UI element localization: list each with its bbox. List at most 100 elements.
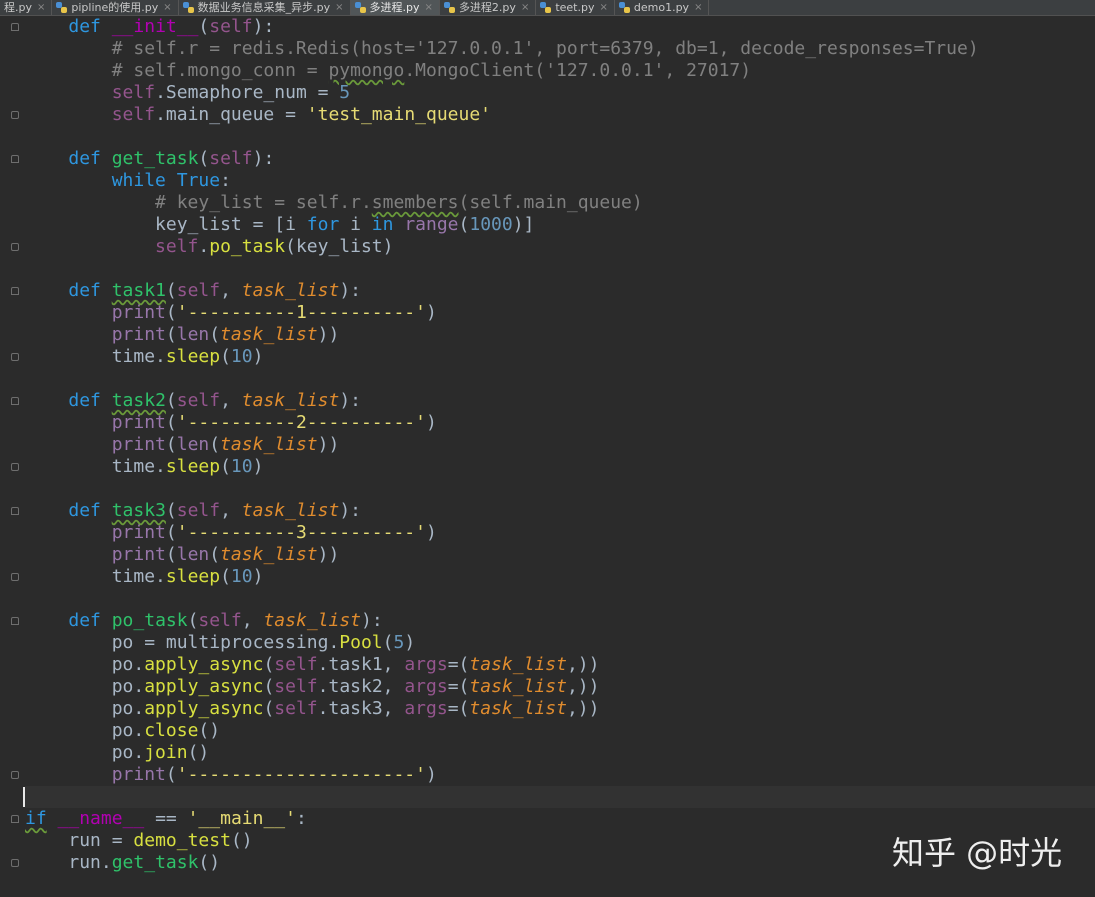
code-line[interactable]: def task1(self, task_list): [25,280,1095,302]
tab-2[interactable]: 数据业务信息采集_异步.py × [179,0,351,15]
code-line[interactable]: po.apply_async(self.task2, args=(task_li… [25,676,1095,698]
code-line[interactable]: print('---------------------') [25,764,1095,786]
code-line[interactable] [25,588,1095,610]
code-line[interactable]: # self.r = redis.Redis(host='127.0.0.1',… [25,38,1095,60]
fold-marker-icon[interactable] [11,507,19,515]
code-token: po_task [111,610,188,631]
code-token: , [220,390,242,411]
code-line[interactable]: def po_task(self, task_list): [25,610,1095,632]
code-token: po. [111,698,145,719]
code-line[interactable]: print(len(task_list)) [25,434,1095,456]
code-line[interactable]: key_list = [i for i in range(1000)] [25,214,1095,236]
code-token: self [176,280,221,301]
tab-4[interactable]: 多进程2.py × [440,0,537,15]
code-line[interactable]: self.Semaphore_num = 5 [25,82,1095,104]
code-line[interactable]: print('----------2----------') [25,412,1095,434]
tab-3[interactable]: 多进程.py × [350,0,440,15]
code-token: # self.r = redis.Redis(host='127.0.0.1',… [111,38,979,59]
code-line[interactable]: print(len(task_list)) [25,544,1095,566]
code-line[interactable]: po.join() [25,742,1095,764]
code-token: print [111,764,166,785]
code-line[interactable] [25,478,1095,500]
code-line[interactable]: time.sleep(10) [25,456,1095,478]
code-line[interactable]: print(len(task_list)) [25,324,1095,346]
code-token: ( [263,654,275,675]
fold-end-icon[interactable] [11,771,19,779]
tab-5[interactable]: teet.py × [536,0,615,15]
fold-end-icon[interactable] [11,859,19,867]
tab-0[interactable]: 程.py × [0,0,53,15]
code-token: in [371,214,394,235]
code-line[interactable]: self.main_queue = 'test_main_queue' [25,104,1095,126]
code-line[interactable]: self.po_task(key_list) [25,236,1095,258]
fold-end-icon[interactable] [11,573,19,581]
code-token: key_list = [i [155,214,307,235]
fold-end-icon[interactable] [11,111,19,119]
code-token: == [144,808,188,829]
fold-end-icon[interactable] [11,353,19,361]
code-line[interactable]: # key_list = self.r.smembers(self.main_q… [25,192,1095,214]
code-line[interactable]: print('----------1----------') [25,302,1095,324]
code-token: task_list [220,544,318,565]
code-token: ): [339,500,362,521]
code-line[interactable]: while True: [25,170,1095,192]
tab-label: 多进程2.py [458,1,516,14]
code-editor[interactable]: def __init__(self): # self.r = redis.Red… [23,16,1095,874]
fold-marker-icon[interactable] [11,815,19,823]
close-icon[interactable]: × [694,0,702,15]
fold-marker-icon[interactable] [11,23,19,31]
fold-marker-icon[interactable] [11,397,19,405]
fold-marker-icon[interactable] [11,155,19,163]
code-token: # self.mongo_conn = [111,60,329,81]
code-line[interactable]: print('----------3----------') [25,522,1095,544]
fold-marker-icon[interactable] [11,617,19,625]
code-line[interactable]: time.sleep(10) [25,566,1095,588]
code-token: ( [209,544,221,565]
python-file-icon [540,2,552,13]
close-icon[interactable]: × [425,0,433,15]
code-token: .task3, [317,698,405,719]
tab-6[interactable]: demo1.py × [615,0,710,15]
code-token: print [111,544,166,565]
code-line[interactable] [23,786,1095,808]
code-line[interactable]: def get_task(self): [25,148,1095,170]
close-icon[interactable]: × [37,0,45,15]
code-line[interactable] [25,368,1095,390]
close-icon[interactable]: × [599,0,607,15]
code-token: ( [165,434,177,455]
code-token: run. [68,852,112,873]
code-line[interactable]: po.apply_async(self.task3, args=(task_li… [25,698,1095,720]
code-line[interactable]: def task2(self, task_list): [25,390,1095,412]
code-line[interactable]: time.sleep(10) [25,346,1095,368]
tab-1[interactable]: pipline的使用.py × [52,0,179,15]
close-icon[interactable]: × [521,0,529,15]
code-line[interactable] [25,126,1095,148]
close-icon[interactable]: × [163,0,171,15]
fold-end-icon[interactable] [11,243,19,251]
code-line[interactable]: po.close() [25,720,1095,742]
fold-marker-icon[interactable] [11,287,19,295]
code-token: len [176,434,210,455]
code-token: task_list [220,434,318,455]
code-line[interactable]: def task3(self, task_list): [25,500,1095,522]
code-token: self [209,16,253,37]
code-line[interactable]: po = multiprocessing.Pool(5) [25,632,1095,654]
code-line[interactable]: def __init__(self): [25,16,1095,38]
code-line[interactable]: if __name__ == '__main__': [25,808,1095,830]
code-token: ) [425,412,437,433]
close-icon[interactable]: × [335,0,343,15]
code-line[interactable]: po.apply_async(self.task1, args=(task_li… [25,654,1095,676]
code-line[interactable]: # self.mongo_conn = pymongo.MongoClient(… [25,60,1095,82]
code-line[interactable] [25,258,1095,280]
fold-end-icon[interactable] [11,463,19,471]
code-token: pymongo [328,60,405,81]
